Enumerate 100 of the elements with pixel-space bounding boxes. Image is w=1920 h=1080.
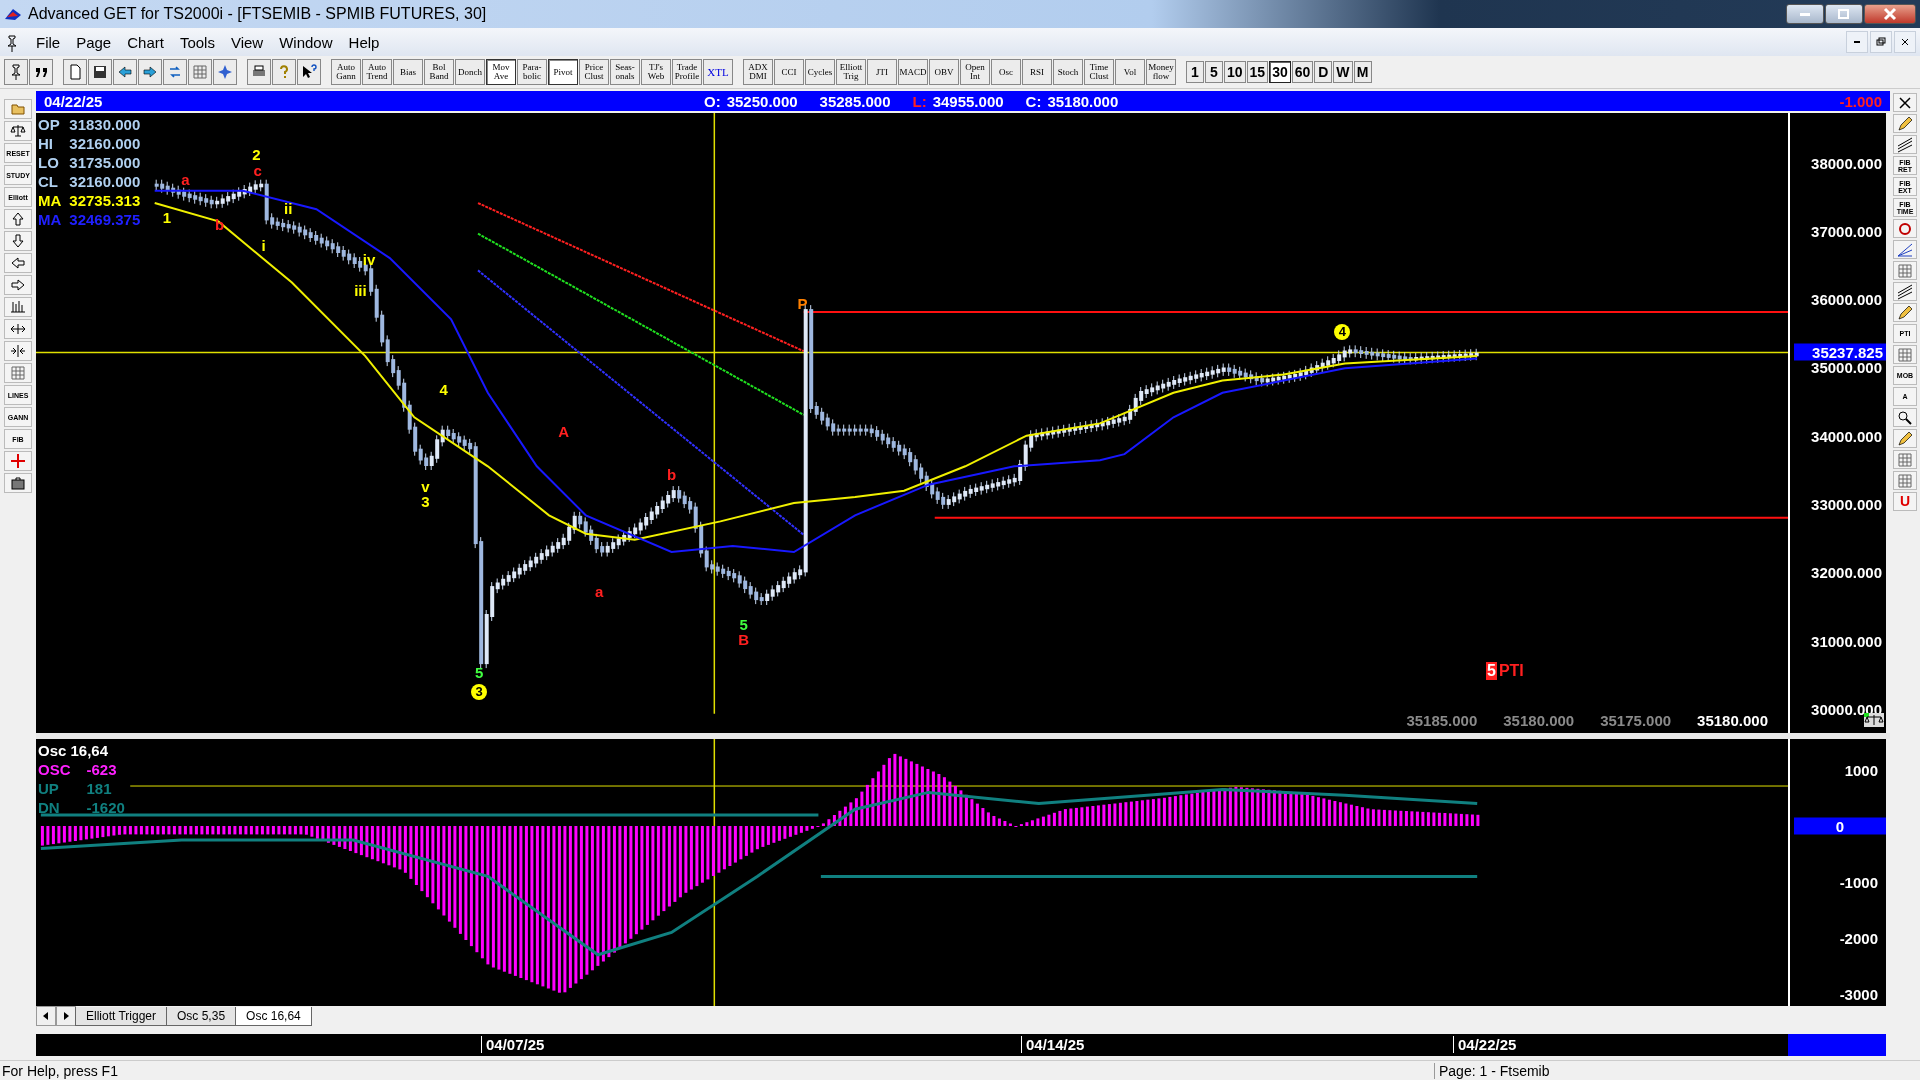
- toolbar-button[interactable]: Bias: [393, 59, 423, 85]
- axis-label: 33000.000: [1811, 495, 1882, 513]
- interval-button[interactable]: 10: [1224, 61, 1246, 83]
- menu-item[interactable]: View: [222, 33, 272, 51]
- toolbar-button[interactable]: OBV: [929, 59, 959, 85]
- toolbar-button[interactable]: JTI: [867, 59, 897, 85]
- toolbar-button[interactable]: Osc: [991, 59, 1021, 85]
- sync-arrows-button[interactable]: [163, 59, 187, 85]
- scroll-right-button[interactable]: [56, 1006, 76, 1026]
- close-value: 35175.000: [1600, 712, 1672, 729]
- magnifier-button[interactable]: [1893, 408, 1917, 427]
- toolbar-button[interactable]: Money flow: [1146, 59, 1176, 85]
- toolbar-button[interactable]: Pivot: [548, 59, 578, 85]
- grid-button[interactable]: [1893, 471, 1917, 490]
- toolbar-button[interactable]: Bol Band: [424, 59, 454, 85]
- down-arrow-button[interactable]: [4, 231, 32, 251]
- toolbar-button[interactable]: CCI: [774, 59, 804, 85]
- wave-label: 5: [475, 664, 484, 680]
- interval-button[interactable]: 5: [1205, 61, 1223, 83]
- toolbar-button[interactable]: Cycles: [805, 59, 835, 85]
- menu-item[interactable]: Window: [271, 33, 341, 51]
- indicator-tab[interactable]: Osc 5,35: [166, 1007, 237, 1026]
- diagonal-lines-button[interactable]: [1893, 135, 1917, 154]
- maximize-button[interactable]: [1825, 4, 1863, 24]
- pencil-button[interactable]: [1893, 114, 1917, 133]
- toolbar-button[interactable]: Mov Ave: [486, 59, 516, 85]
- toolbar-button[interactable]: Auto Gann: [331, 59, 361, 85]
- diagonal-lines-icon: [1897, 283, 1913, 300]
- crosshair-button[interactable]: [4, 451, 32, 471]
- toolbar-button[interactable]: XTL: [703, 59, 733, 85]
- price-bars-button[interactable]: [4, 297, 32, 317]
- interval-button[interactable]: 15: [1246, 61, 1269, 83]
- minimize-icon: [1854, 41, 1860, 43]
- toolbar-button[interactable]: ADX DMI: [743, 59, 773, 85]
- sparkle-button[interactable]: [213, 59, 237, 85]
- toolbox-button[interactable]: [4, 473, 32, 493]
- wave-label: a: [595, 583, 604, 599]
- grid-button[interactable]: [1893, 345, 1917, 364]
- fan-lines-button[interactable]: [1893, 240, 1917, 259]
- pti-count: 5: [1486, 662, 1497, 680]
- right-arrow-button[interactable]: [138, 59, 162, 85]
- expand-arrows-button[interactable]: [4, 319, 32, 339]
- interval-button[interactable]: W: [1333, 61, 1353, 83]
- interval-button[interactable]: 30: [1269, 61, 1291, 83]
- wave-label: iii: [354, 282, 367, 298]
- toolbar-button[interactable]: Trade Profile: [672, 59, 702, 85]
- minimize-button[interactable]: [1786, 4, 1824, 24]
- menu-item[interactable]: Chart: [119, 33, 172, 51]
- close-button[interactable]: [1864, 4, 1916, 24]
- printer-button[interactable]: [247, 59, 271, 85]
- wave-label: i: [261, 237, 266, 253]
- quote-marks-button[interactable]: [29, 59, 53, 85]
- pencil-button[interactable]: [1893, 429, 1917, 448]
- toolbar-button[interactable]: Donch: [455, 59, 485, 85]
- menu-item[interactable]: File: [28, 33, 69, 51]
- ring-button[interactable]: [1893, 219, 1917, 238]
- legend-label: HI: [38, 134, 54, 153]
- interval-button[interactable]: M: [1353, 61, 1372, 83]
- toolbar-button[interactable]: Para-bolic: [517, 59, 547, 85]
- grid-button[interactable]: [188, 59, 212, 85]
- balance-scale-button[interactable]: [4, 121, 32, 141]
- menu-item[interactable]: Page: [68, 33, 120, 51]
- menu-item[interactable]: Help: [340, 33, 388, 51]
- wave-label: 2: [252, 146, 261, 162]
- legend-value: 32160.000: [69, 172, 141, 191]
- toolbar-button[interactable]: Price Clust: [579, 59, 609, 85]
- interval-button[interactable]: D: [1314, 61, 1333, 83]
- floppy-disk-button[interactable]: [88, 59, 112, 85]
- crosshair-icon: [10, 453, 26, 469]
- pointer-help-button[interactable]: [297, 59, 321, 85]
- toolbar-button[interactable]: RSI: [1022, 59, 1052, 85]
- interval-button[interactable]: 1: [1186, 61, 1204, 83]
- restore-button[interactable]: [1870, 31, 1892, 53]
- toolbar-button[interactable]: MACD: [898, 59, 928, 85]
- toolbar-button[interactable]: Time Clust: [1084, 59, 1114, 85]
- window-title: Advanced GET for TS2000i - [FTSEMIB - SPMIB FUTURES, 30]: [28, 5, 487, 23]
- legend-value: -623: [86, 760, 118, 779]
- toolbar-button[interactable]: Open Int: [960, 59, 990, 85]
- scroll-left-button[interactable]: [36, 1006, 56, 1026]
- toolbar-button[interactable]: Stoch: [1053, 59, 1083, 85]
- toolbar-button[interactable]: Auto Trend: [362, 59, 392, 85]
- tool-button[interactable]: U: [1893, 492, 1917, 511]
- toolbar-button[interactable]: Elliott Trig: [836, 59, 866, 85]
- interval-button[interactable]: 60: [1291, 61, 1314, 83]
- page-button[interactable]: [63, 59, 87, 85]
- left-arrow-button[interactable]: [113, 59, 137, 85]
- close-button[interactable]: [1893, 93, 1917, 112]
- toolbar-button[interactable]: TJ's Web: [641, 59, 671, 85]
- toolbar-button[interactable]: Vol: [1115, 59, 1145, 85]
- pencil-button[interactable]: [1893, 303, 1917, 322]
- indicator-tab[interactable]: Elliott Trigger: [75, 1007, 168, 1026]
- diagonal-lines-button[interactable]: [1893, 282, 1917, 301]
- indicator-tab[interactable]: Osc 16,64: [235, 1007, 312, 1026]
- squeeze-arrows-button[interactable]: [4, 341, 32, 361]
- pushpin-button[interactable]: [4, 59, 28, 85]
- up-arrow-button[interactable]: [4, 209, 32, 229]
- right-arrow-button[interactable]: [4, 275, 32, 295]
- menu-item[interactable]: Tools: [171, 33, 223, 51]
- left-arrow-button[interactable]: [4, 253, 32, 273]
- toolbar-button[interactable]: Seas-onals: [610, 59, 640, 85]
